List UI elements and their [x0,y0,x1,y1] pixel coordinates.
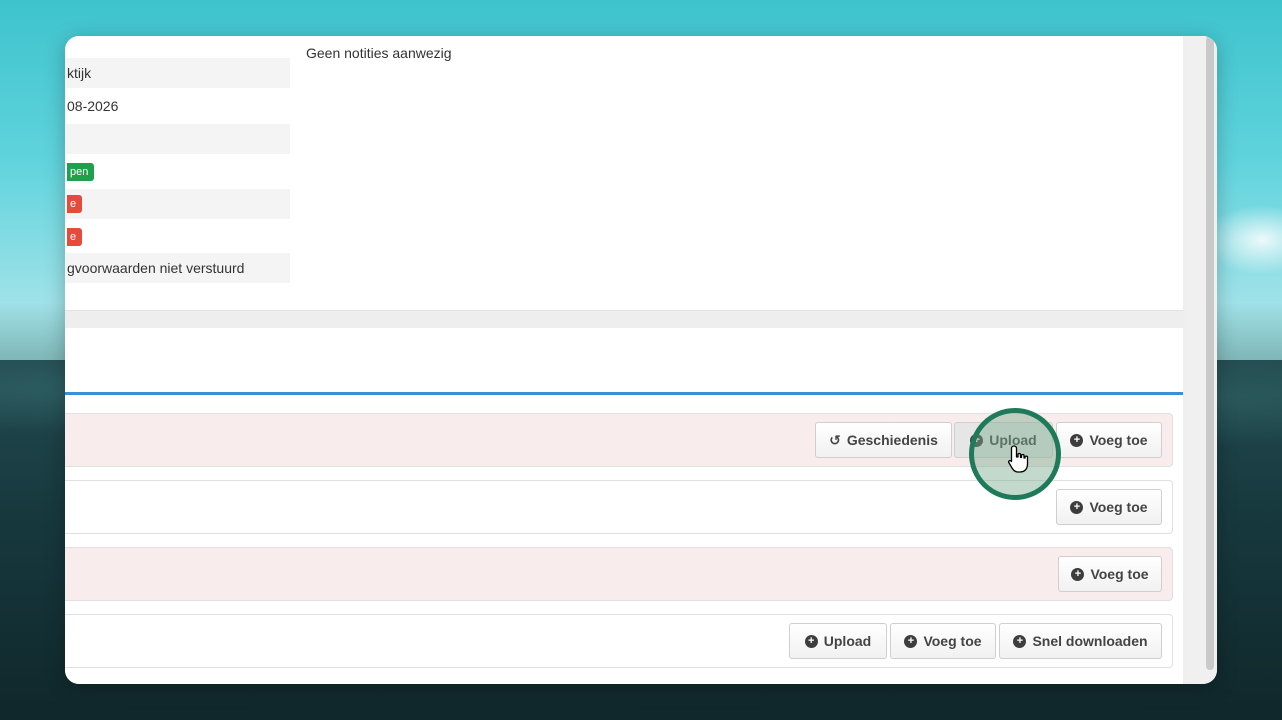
add-button[interactable]: + Voeg toe [890,623,996,659]
button-label: Geschiedenis [846,432,938,448]
button-label: Voeg toe [923,633,982,649]
page-content: ktijk 08-2026 pen e e gvoorwaarden niet … [65,36,1185,684]
info-row: e [65,222,290,252]
history-button[interactable]: ↺ Geschiedenis [815,422,952,458]
plus-circle-icon: + [1013,634,1027,648]
button-label: Upload [823,633,872,649]
info-value: ktijk [67,65,92,81]
button-label: Voeg toe [1090,566,1149,582]
info-value: gvoorwaarden niet verstuurd [67,260,245,276]
details-panel: ktijk 08-2026 pen e e gvoorwaarden niet … [65,36,1183,311]
button-label: Voeg toe [1089,432,1148,448]
plus-circle-icon: + [804,634,818,648]
status-badge: e [67,228,83,246]
notes-text: Geen notities aanwezig [306,45,452,61]
info-value: 08-2026 [67,98,119,114]
document-row: + Voeg toe [65,547,1173,601]
tab-underline [65,392,1183,395]
status-badge: pen [67,163,95,181]
button-label: Snel downloaden [1032,633,1148,649]
info-row: 08-2026 [65,91,290,121]
vertical-scrollbar[interactable] [1185,36,1217,684]
plus-circle-icon: + [904,634,918,648]
button-label: Voeg toe [1089,499,1148,515]
upload-button[interactable]: + Upload [789,623,887,659]
document-row: + Upload + Voeg toe + Snel downloaden [65,614,1173,668]
quick-download-button[interactable]: + Snel downloaden [999,623,1162,659]
plus-circle-icon: + [1071,567,1085,581]
info-row: pen [65,157,290,187]
add-button[interactable]: + Voeg toe [1056,422,1162,458]
status-badge: e [67,195,83,213]
app-window: ktijk 08-2026 pen e e gvoorwaarden niet … [65,36,1217,684]
history-icon: ↺ [829,431,841,448]
add-button[interactable]: + Voeg toe [1058,556,1162,592]
info-row: ktijk [65,58,290,88]
info-row: gvoorwaarden niet verstuurd [65,253,290,283]
plus-circle-icon: + [1070,433,1084,447]
info-row [65,124,290,154]
add-button[interactable]: + Voeg toe [1056,489,1162,525]
scrollbar-thumb[interactable] [1206,36,1214,670]
hand-cursor-icon [1008,445,1029,473]
info-row: e [65,189,290,219]
plus-circle-icon: + [1070,500,1084,514]
